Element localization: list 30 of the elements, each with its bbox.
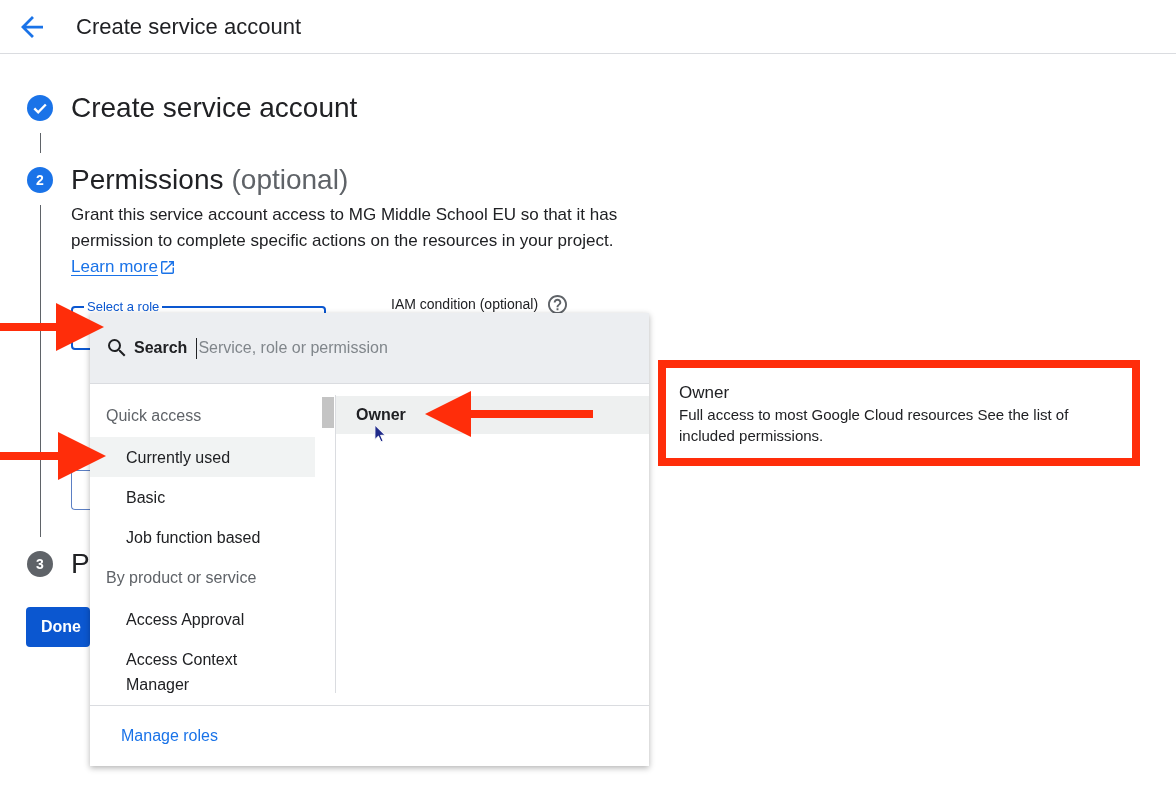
search-icon bbox=[108, 339, 126, 357]
step-title: P bbox=[71, 547, 90, 581]
step-title-note: (optional) bbox=[231, 163, 349, 197]
learn-more-link[interactable]: Learn more bbox=[71, 256, 174, 278]
scrollbar-thumb[interactable] bbox=[322, 397, 334, 428]
menu-item[interactable]: Currently used bbox=[90, 437, 315, 477]
group-heading: Quick access bbox=[105, 406, 203, 426]
step-number: 2 bbox=[27, 167, 53, 193]
condition-label: IAM condition (optional) bbox=[391, 296, 539, 312]
step-description: Grant this service account access to MG Middle School EU so that it has permission to complete specific actions on the resources in your project. bbox=[71, 204, 619, 252]
check-circle-icon bbox=[27, 95, 53, 121]
search-field[interactable]: Service, role or permission bbox=[196, 337, 633, 359]
group-heading: By product or service bbox=[105, 568, 258, 588]
menu-item[interactable]: Access Context Manager bbox=[90, 639, 315, 704]
menu-item[interactable]: Access Approval bbox=[90, 599, 315, 639]
step-title: Permissions bbox=[71, 163, 224, 197]
menu-item[interactable]: Basic bbox=[90, 477, 315, 517]
help-icon[interactable] bbox=[548, 294, 568, 314]
done-button[interactable]: Done bbox=[26, 607, 90, 647]
external-link-icon bbox=[160, 260, 174, 274]
manage-roles-link[interactable]: Manage roles bbox=[121, 724, 218, 748]
menu-item[interactable]: Job function based bbox=[90, 517, 315, 557]
mouse-pointer-icon bbox=[374, 424, 386, 443]
step-title: Create service account bbox=[71, 91, 358, 125]
step-number: 3 bbox=[27, 551, 53, 577]
page-title: Create service account bbox=[76, 13, 301, 41]
tooltip-description: Full access to most Google Cloud resources See the list of included permissions. bbox=[679, 405, 1070, 446]
tooltip-title: Owner bbox=[679, 383, 730, 403]
search-label: Search bbox=[134, 338, 188, 358]
back-arrow-icon[interactable] bbox=[21, 15, 43, 38]
